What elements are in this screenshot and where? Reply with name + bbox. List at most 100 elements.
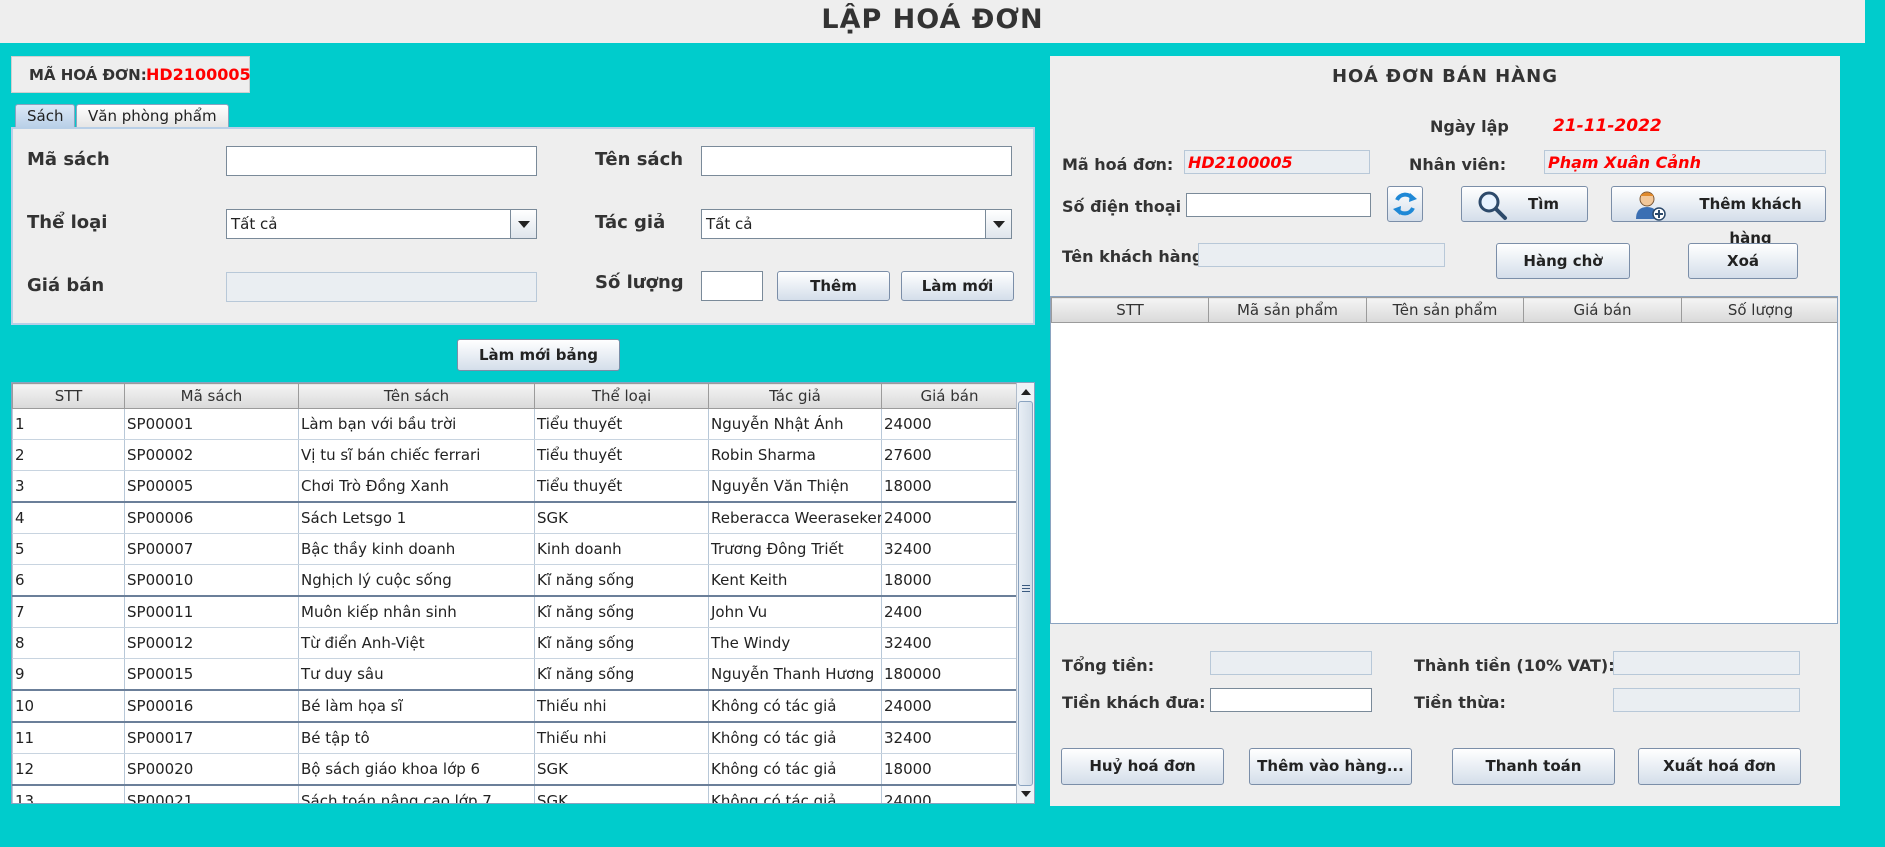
cell-gia-ban[interactable]: 180000	[881, 658, 1018, 691]
table-row[interactable]: 3 SP00005 Chơi Trò Đồng Xanh Tiểu thuyết Ngu…	[12, 470, 1018, 503]
cell-stt[interactable]: 11	[12, 722, 125, 754]
cell-ten-sach[interactable]: Sách Letsgo 1	[298, 502, 535, 534]
cell-gia-ban[interactable]: 32400	[881, 627, 1018, 659]
cell-ten-sach[interactable]: Từ điển Anh-Việt	[298, 627, 535, 659]
col-header-the-loai[interactable]: Thể loại	[534, 383, 709, 409]
cell-tac-gia[interactable]: Không có tác giả	[708, 753, 882, 786]
cell-tac-gia[interactable]: Trương Đông Triết	[708, 533, 882, 565]
cell-ma-sach[interactable]: SP00011	[124, 596, 299, 628]
col-header-ma-sach[interactable]: Mã sách	[124, 383, 299, 409]
them-khach-hang-button[interactable]: Thêm khách hàng	[1611, 186, 1826, 247]
cell-ma-sach[interactable]: SP00002	[124, 439, 299, 471]
tab-sach[interactable]: Sách	[15, 104, 76, 128]
cell-tac-gia[interactable]: Reberacca Weerasekera	[708, 502, 882, 534]
them-button[interactable]: Thêm	[777, 271, 890, 301]
cell-tac-gia[interactable]: Nguyễn Nhật Ánh	[708, 408, 882, 440]
cell-ten-sach[interactable]: Làm bạn với bầu trời	[298, 408, 535, 440]
cell-ten-sach[interactable]: Muôn kiếp nhân sinh	[298, 596, 535, 628]
cart-col-ma-san-pham[interactable]: Mã sản phẩm	[1208, 297, 1367, 323]
col-header-gia-ban[interactable]: Giá bán	[881, 383, 1018, 409]
cart-col-stt[interactable]: STT	[1051, 297, 1209, 323]
cell-stt[interactable]: 6	[12, 564, 125, 597]
cell-the-loai[interactable]: Kĩ năng sống	[534, 596, 709, 628]
cell-the-loai[interactable]: SGK	[534, 753, 709, 786]
cell-the-loai[interactable]: Kĩ năng sống	[534, 627, 709, 659]
ma-sach-input[interactable]	[226, 146, 537, 176]
cart-col-ten-san-pham[interactable]: Tên sản phẩm	[1366, 297, 1524, 323]
cell-stt[interactable]: 5	[12, 533, 125, 565]
cell-the-loai[interactable]: Tiểu thuyết	[534, 408, 709, 440]
cell-ten-sach[interactable]: Bé tập tô	[298, 722, 535, 754]
cell-stt[interactable]: 3	[12, 470, 125, 503]
tab-van-phong-pham[interactable]: Văn phòng phẩm	[76, 104, 229, 128]
xuat-hoa-don-button[interactable]: Xuất hoá đơn	[1638, 748, 1801, 785]
cell-ma-sach[interactable]: SP00021	[124, 785, 299, 803]
cart-col-so-luong[interactable]: Số lượng	[1681, 297, 1837, 323]
thanh-toan-button[interactable]: Thanh toán	[1452, 748, 1615, 785]
col-header-stt[interactable]: STT	[12, 383, 125, 409]
cell-gia-ban[interactable]: 32400	[881, 722, 1018, 754]
hang-cho-button[interactable]: Hàng chờ	[1496, 243, 1630, 279]
so-luong-input[interactable]	[701, 271, 763, 301]
table-row[interactable]: 13 SP00021 Sách toán nâng cao lớp 7 SGK Khôn…	[12, 785, 1018, 803]
cell-stt[interactable]: 13	[12, 785, 125, 803]
cell-stt[interactable]: 8	[12, 627, 125, 659]
cell-tac-gia[interactable]: Không có tác giả	[708, 690, 882, 723]
cell-tac-gia[interactable]: Nguyễn Thanh Hương	[708, 658, 882, 691]
scroll-down-arrow-icon[interactable]	[1017, 786, 1034, 803]
table-row[interactable]: 5 SP00007 Bậc thầy kinh doanh Kinh doanh Trư…	[12, 533, 1018, 565]
cell-ma-sach[interactable]: SP00016	[124, 690, 299, 723]
table-row[interactable]: 10 SP00016 Bé làm họa sĩ Thiếu nhi Không có …	[12, 690, 1018, 723]
table-row[interactable]: 12 SP00020 Bộ sách giáo khoa lớp 6 SGK Không…	[12, 753, 1018, 786]
so-dien-thoai-input[interactable]	[1186, 193, 1371, 217]
cell-gia-ban[interactable]: 24000	[881, 408, 1018, 440]
table-row[interactable]: 9 SP00015 Tư duy sâu Kĩ năng sống Nguyễn Tha…	[12, 658, 1018, 691]
cell-stt[interactable]: 4	[12, 502, 125, 534]
cell-gia-ban[interactable]: 27600	[881, 439, 1018, 471]
cell-gia-ban[interactable]: 24000	[881, 502, 1018, 534]
chevron-down-icon[interactable]	[985, 210, 1011, 238]
refresh-button[interactable]	[1387, 186, 1423, 222]
cell-gia-ban[interactable]: 24000	[881, 690, 1018, 723]
ten-sach-input[interactable]	[701, 146, 1012, 176]
table-row[interactable]: 11 SP00017 Bé tập tô Thiếu nhi Không có tác …	[12, 722, 1018, 754]
cell-gia-ban[interactable]: 18000	[881, 470, 1018, 503]
cell-stt[interactable]: 7	[12, 596, 125, 628]
cell-gia-ban[interactable]: 18000	[881, 753, 1018, 786]
cell-tac-gia[interactable]: Không có tác giả	[708, 722, 882, 754]
cell-the-loai[interactable]: Kĩ năng sống	[534, 658, 709, 691]
cell-gia-ban[interactable]: 18000	[881, 564, 1018, 597]
table-row[interactable]: 4 SP00006 Sách Letsgo 1 SGK Reberacca Weeras…	[12, 502, 1018, 534]
cell-the-loai[interactable]: Thiếu nhi	[534, 690, 709, 723]
cell-ma-sach[interactable]: SP00006	[124, 502, 299, 534]
cell-ten-sach[interactable]: Tư duy sâu	[298, 658, 535, 691]
cell-ma-sach[interactable]: SP00020	[124, 753, 299, 786]
cell-tac-gia[interactable]: John Vu	[708, 596, 882, 628]
chevron-down-icon[interactable]	[510, 210, 536, 238]
tim-button[interactable]: Tìm	[1461, 186, 1588, 222]
cell-ten-sach[interactable]: Nghịch lý cuộc sống	[298, 564, 535, 597]
them-vao-hang-button[interactable]: Thêm vào hàng...	[1249, 748, 1412, 785]
cell-stt[interactable]: 9	[12, 658, 125, 691]
cell-ma-sach[interactable]: SP00015	[124, 658, 299, 691]
tien-khach-dua-input[interactable]	[1210, 688, 1372, 712]
cell-the-loai[interactable]: Kĩ năng sống	[534, 564, 709, 597]
col-header-ten-sach[interactable]: Tên sách	[298, 383, 535, 409]
col-header-tac-gia[interactable]: Tác giả	[708, 383, 882, 409]
cell-ten-sach[interactable]: Bé làm họa sĩ	[298, 690, 535, 723]
cell-the-loai[interactable]: Kinh doanh	[534, 533, 709, 565]
cell-tac-gia[interactable]: The Windy	[708, 627, 882, 659]
cell-ten-sach[interactable]: Chơi Trò Đồng Xanh	[298, 470, 535, 503]
huy-hoa-don-button[interactable]: Huỷ hoá đơn	[1061, 748, 1224, 785]
cell-tac-gia[interactable]: Không có tác giả	[708, 785, 882, 803]
the-loai-select[interactable]: Tất cả	[226, 209, 537, 239]
cell-ma-sach[interactable]: SP00001	[124, 408, 299, 440]
cell-tac-gia[interactable]: Robin Sharma	[708, 439, 882, 471]
cell-ma-sach[interactable]: SP00005	[124, 470, 299, 503]
cell-the-loai[interactable]: Tiểu thuyết	[534, 439, 709, 471]
table-row[interactable]: 2 SP00002 Vị tu sĩ bán chiếc ferrari Tiểu t…	[12, 439, 1018, 471]
cell-gia-ban[interactable]: 32400	[881, 533, 1018, 565]
cell-the-loai[interactable]: SGK	[534, 785, 709, 803]
cell-stt[interactable]: 10	[12, 690, 125, 723]
scroll-thumb[interactable]	[1018, 401, 1033, 786]
